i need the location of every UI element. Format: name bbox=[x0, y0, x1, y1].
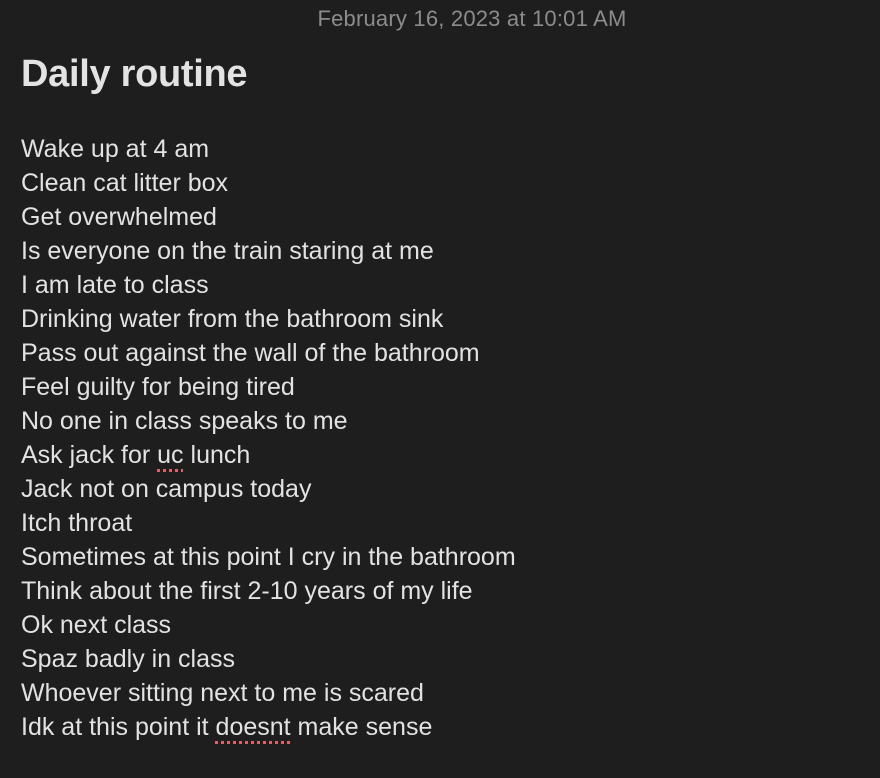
note-timestamp: February 16, 2023 at 10:01 AM bbox=[317, 6, 627, 31]
note-line[interactable]: Drinking water from the bathroom sink bbox=[21, 302, 516, 336]
note-line[interactable]: Feel guilty for being tired bbox=[21, 370, 516, 404]
note-line[interactable]: Pass out against the wall of the bathroo… bbox=[21, 336, 516, 370]
note-line[interactable]: Is everyone on the train staring at me bbox=[21, 234, 516, 268]
note-line[interactable]: Idk at this point it doesnt make sense bbox=[21, 710, 516, 744]
note-line-text: make sense bbox=[290, 713, 433, 741]
note-line[interactable]: Clean cat litter box bbox=[21, 166, 516, 200]
note-line[interactable]: Sometimes at this point I cry in the bat… bbox=[21, 540, 516, 574]
note-body[interactable]: Wake up at 4 am Clean cat litter box Get o… bbox=[21, 132, 516, 744]
note-line[interactable]: Ask jack for uc lunch bbox=[21, 438, 516, 472]
misspelled-word[interactable]: doesnt bbox=[216, 713, 291, 741]
note-line[interactable]: No one in class speaks to me bbox=[21, 404, 516, 438]
note-line[interactable]: Whoever sitting next to me is scared bbox=[21, 676, 516, 710]
note-line[interactable]: Wake up at 4 am bbox=[21, 132, 516, 166]
note-line[interactable]: Think about the first 2-10 years of my l… bbox=[21, 574, 516, 608]
note-line-text: lunch bbox=[183, 441, 251, 469]
note-line[interactable]: Itch throat bbox=[21, 506, 516, 540]
misspelled-word[interactable]: uc bbox=[157, 441, 183, 469]
note-line[interactable]: I am late to class bbox=[21, 268, 516, 302]
note-title[interactable]: Daily routine bbox=[21, 53, 248, 96]
note-line[interactable]: Jack not on campus today bbox=[21, 472, 516, 506]
note-line-text: Ask jack for bbox=[21, 441, 158, 469]
note-line-text: Idk at this point it bbox=[21, 713, 216, 741]
note-line[interactable]: Ok next class bbox=[21, 608, 516, 642]
note-editor[interactable]: February 16, 2023 at 10:01 AM Daily rout… bbox=[0, 0, 880, 778]
note-line[interactable]: Get overwhelmed bbox=[21, 200, 516, 234]
note-line[interactable]: Spaz badly in class bbox=[21, 642, 516, 676]
